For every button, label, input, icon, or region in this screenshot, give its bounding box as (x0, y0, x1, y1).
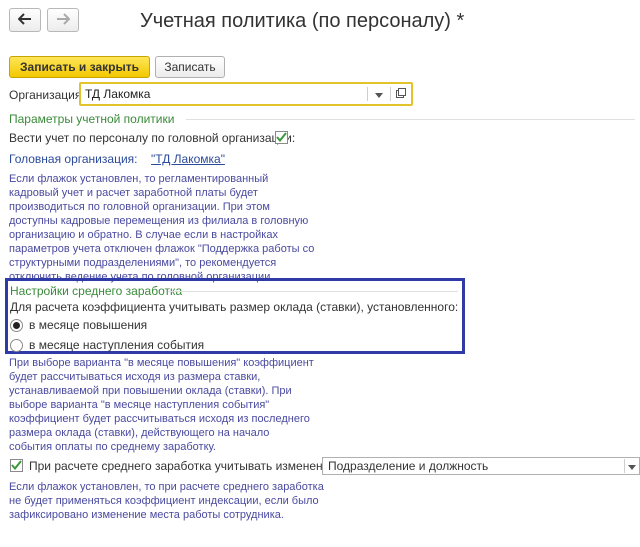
head-org-label: Головная организация: (9, 152, 138, 166)
section-divider (168, 291, 458, 292)
checkmark-icon (276, 131, 287, 145)
hint-line: не будет применяться коэффициент индекса… (9, 495, 319, 507)
field-separator (390, 87, 391, 101)
radio-label: в месяце наступления события (29, 338, 205, 352)
head-org-checkbox[interactable] (275, 131, 288, 144)
hint-line: доступны кадровые перемещения из филиала… (9, 215, 309, 227)
hint-line: структурными подразделениями", то рекоме… (9, 257, 277, 269)
head-org-checkbox-label: Вести учет по персоналу по головной орга… (9, 131, 296, 145)
avg-salary-section-title: Настройки среднего заработка (10, 284, 183, 298)
changes-select[interactable]: Подразделение и должность (322, 457, 640, 475)
hint-line: размера оклада (ставки), действующего на… (9, 427, 270, 439)
radio-option-raise-month[interactable]: в месяце повышения (10, 318, 147, 332)
open-button[interactable] (394, 87, 408, 101)
chevron-down-icon (628, 459, 636, 473)
radio-label: в месяце повышения (29, 318, 148, 332)
hint-line: Если флажок установлен, то регламентиров… (9, 173, 269, 185)
changes-hint: Если флажок установлен, то при расчете с… (9, 480, 324, 522)
hint-line: организацию и обратно. В случае если в н… (9, 229, 278, 241)
chevron-down-icon (375, 87, 383, 101)
hint-line: события оплаты по среднему заработку. (9, 441, 216, 453)
forward-button[interactable] (47, 8, 79, 32)
radio-button[interactable] (10, 338, 23, 352)
back-button[interactable] (9, 8, 41, 32)
field-separator (367, 87, 368, 101)
hint-line: параметров учета отключен флажок "Поддер… (9, 243, 315, 255)
hint-line: При выборе варианта "в месяце повышения"… (9, 357, 314, 369)
hint-line: кадровый учет и расчет заработной платы … (9, 187, 258, 199)
hint-line: производиться по головной организации. П… (9, 201, 270, 213)
avg-salary-hint: При выборе варианта "в месяце повышения"… (9, 356, 314, 454)
section-divider (186, 119, 635, 120)
arrow-left-icon (17, 12, 32, 28)
dropdown-button[interactable] (372, 87, 386, 101)
organization-label: Организация: (9, 88, 85, 102)
params-section-title: Параметры учетной политики (9, 112, 175, 126)
arrow-right-icon (56, 12, 71, 28)
hint-line: выборе варианта "в месяце наступления со… (9, 399, 270, 411)
consider-changes-checkbox[interactable] (10, 459, 23, 472)
page-title: Учетная политика (по персоналу) * (140, 10, 465, 32)
head-org-hint: Если флажок установлен, то регламентиров… (9, 172, 314, 284)
radio-option-event-month[interactable]: в месяце наступления события (10, 338, 204, 352)
consider-changes-label: При расчете среднего заработка учитывать… (29, 459, 340, 473)
hint-line: устанавливаемой при повышении оклада (ст… (9, 385, 292, 397)
avg-salary-question: Для расчета коэффициента учитывать разме… (10, 300, 459, 314)
checkmark-icon (11, 459, 22, 473)
hint-line: будет рассчитываться исходя из размера с… (9, 371, 261, 383)
save-button[interactable]: Записать (155, 56, 225, 78)
organization-input[interactable] (83, 86, 369, 102)
head-org-link[interactable]: "ТД Лакомка" (151, 152, 225, 166)
save-and-close-button[interactable]: Записать и закрыть (9, 56, 150, 78)
hint-line: зафиксировано изменение места работы сот… (9, 509, 284, 521)
open-icon (396, 87, 406, 101)
hint-line: коэффициент будет рассчитываться исходя … (9, 413, 310, 425)
select-dropdown-button[interactable] (625, 458, 639, 474)
organization-field (79, 82, 413, 106)
changes-select-value: Подразделение и должность (328, 459, 489, 473)
radio-button-selected[interactable] (10, 318, 23, 332)
hint-line: Если флажок установлен, то при расчете с… (9, 481, 324, 493)
radio-dot (13, 321, 20, 329)
